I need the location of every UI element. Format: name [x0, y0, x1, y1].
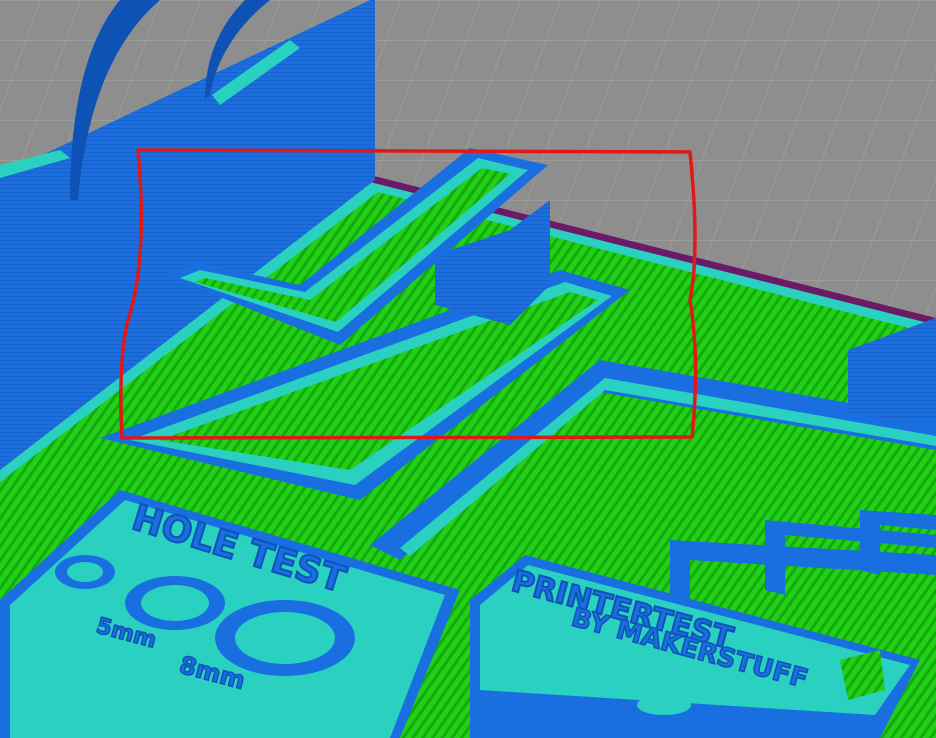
cylinder: [637, 695, 691, 738]
3d-print-preview: HOLE TEST 5mm 8mm PRINTERTEST BY MAKERST…: [0, 0, 936, 738]
